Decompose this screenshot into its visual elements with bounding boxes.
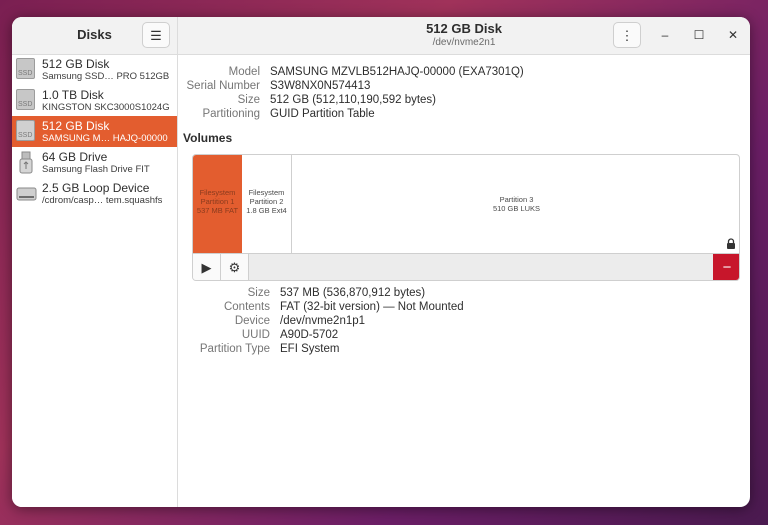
device-name: 2.5 GB Loop Device [42,181,150,195]
device-name: 512 GB Disk [42,119,110,133]
minus-icon: − [722,259,732,276]
model-label: Model [228,66,260,78]
partition-3[interactable]: Partition 3 510 GB LUKS [292,155,739,253]
device-model: Samsung SSD… PRO 512GB [42,71,170,82]
partitioning-value: GUID Partition Table [270,108,375,120]
partition-2[interactable]: Filesystem Partition 2 1.8 GB Ext4 [242,155,292,253]
disk-menu-button[interactable]: ⋮ [613,22,641,48]
close-icon: ✕ [727,28,739,42]
partition-size-value: 537 MB (536,870,912 bytes) [280,287,426,299]
serial-label: Serial Number [186,80,261,92]
hamburger-icon: ☰ [150,28,162,43]
model-value: SAMSUNG MZVLB512HAJQ-00000 (EXA7301Q) [270,66,524,78]
minimize-icon: – [661,28,669,42]
size-value: 512 GB (512,110,190,592 bytes) [270,94,437,106]
device-item[interactable]: SSD 1.0 TB Disk KINGSTON SKC3000S1024G [12,85,177,116]
device-model: KINGSTON SKC3000S1024G [42,102,170,113]
uuid-value: A90D-5702 [280,329,339,341]
ssd-icon: SSD [16,58,37,81]
play-icon: ▶ [201,260,212,275]
device-item[interactable]: 64 GB Drive Samsung Flash Drive FIT [12,147,177,178]
volumes-map: Filesystem Partition 1 537 MB FAT Filesy… [192,154,740,281]
device-model: SAMSUNG M… HAJQ-00000 [42,133,168,144]
uuid-label: UUID [241,329,270,341]
device-item[interactable]: SSD 512 GB Disk Samsung SSD… PRO 512GB [12,54,177,85]
header-bar: 512 GB Disk /dev/nvme2n1 ⋮ – ☐ ✕ [178,17,750,55]
close-button[interactable]: ✕ [724,26,742,44]
device-list: SSD 512 GB Disk Samsung SSD… PRO 512GB S… [12,54,177,209]
device-value: /dev/nvme2n1p1 [280,315,366,327]
minimize-button[interactable]: – [656,26,674,44]
ssd-icon: SSD [16,120,37,143]
device-name: 64 GB Drive [42,150,108,164]
partition-1[interactable]: Filesystem Partition 1 537 MB FAT [193,155,242,253]
device-model: Samsung Flash Drive FIT [42,164,150,175]
more-options-icon: ⋮ [620,28,634,43]
gear-icon: ⚙ [228,260,241,275]
partition-options-button[interactable]: ⚙ [221,254,249,280]
ssd-icon: SSD [16,89,37,112]
device-item[interactable]: 2.5 GB Loop Device /cdrom/casp… tem.squa… [12,178,177,209]
hamburger-menu-button[interactable]: ☰ [142,22,170,48]
sidebar: Disks ☰ SSD 512 GB Disk Samsung SSD… PRO… [12,17,178,507]
device-item-selected[interactable]: SSD 512 GB Disk SAMSUNG M… HAJQ-00000 [12,116,177,147]
partitioning-label: Partitioning [202,108,260,120]
partition-type-value: EFI System [280,343,340,355]
sidebar-header: Disks ☰ [12,17,177,55]
delete-partition-button[interactable]: − [713,254,739,280]
partition-size-label: Size [247,287,270,299]
contents-label: Contents [223,301,270,313]
serial-value: S3W8NX0N574413 [270,80,371,92]
lock-icon [727,238,735,249]
device-model: /cdrom/casp… tem.squashfs [42,195,163,206]
maximize-button[interactable]: ☐ [690,26,708,44]
contents-value: FAT (32-bit version) — Not Mounted [280,301,464,313]
size-label: Size [237,94,260,106]
device-label: Device [234,315,270,327]
volumes-heading: Volumes [183,131,233,145]
loop-device-icon [16,182,37,205]
partition-type-label: Partition Type [199,343,270,355]
usb-drive-icon [16,151,37,174]
mount-button[interactable]: ▶ [193,254,221,280]
volume-toolbar: ▶ ⚙ − [193,253,739,280]
device-name: 512 GB Disk [42,57,110,71]
maximize-icon: ☐ [693,28,705,42]
device-name: 1.0 TB Disk [42,88,104,102]
disks-window: Disks ☰ SSD 512 GB Disk Samsung SSD… PRO… [12,17,750,507]
